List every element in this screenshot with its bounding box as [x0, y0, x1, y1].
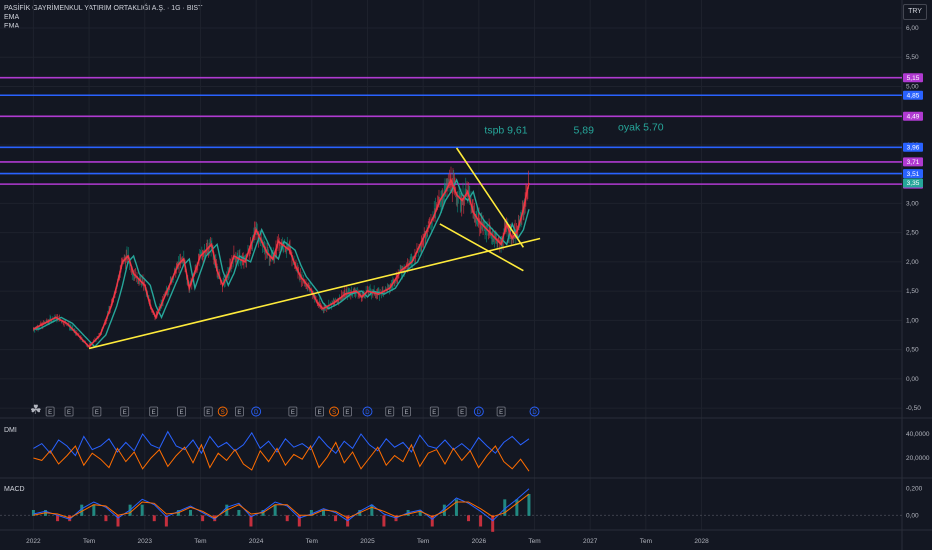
macd-histogram-bar [189, 510, 193, 516]
time-tick-label: 2026 [472, 538, 487, 545]
macd-tick-label: 0,00 [906, 512, 919, 519]
price-annotation: 5,89 [573, 124, 594, 136]
time-tick-label: 2025 [360, 538, 375, 545]
event-label: E [152, 410, 156, 416]
event-label: E [48, 410, 52, 416]
event-label: D [365, 410, 370, 416]
trendline [88, 237, 541, 350]
time-tick-label: Tem [417, 538, 429, 545]
price-tick-label: 0,50 [906, 347, 919, 354]
macd-tick-label: 0,200 [906, 486, 923, 493]
level-label: 3,51 [907, 171, 920, 178]
dmi-series-line [33, 441, 530, 472]
dino-icon: ☘ [30, 402, 42, 417]
level-label: 4,49 [907, 113, 920, 120]
dmi-series-line [33, 430, 530, 457]
macd-histogram-bar [479, 515, 483, 527]
macd-histogram-bar [467, 515, 471, 522]
event-label: E [95, 410, 99, 416]
time-tick-label: Tem [528, 538, 540, 545]
event-label: E [206, 410, 210, 416]
macd-histogram-bar [334, 515, 338, 522]
price-tick-label: 1,50 [906, 288, 919, 295]
macd-histogram-bar [527, 494, 531, 516]
price-tick-label: 3,00 [906, 200, 919, 207]
event-label: S [221, 410, 225, 416]
event-label: E [67, 410, 71, 416]
time-tick-label: 2022 [26, 538, 41, 545]
time-tick-label: Tem [83, 538, 95, 545]
event-label: E [499, 410, 503, 416]
macd-histogram-bar [104, 515, 108, 522]
event-label: E [123, 410, 127, 416]
event-label: E [237, 410, 241, 416]
price-tick-label: 6,00 [906, 25, 919, 32]
time-tick-label: 2028 [694, 538, 709, 545]
macd-histogram-bar [237, 510, 241, 516]
time-tick-label: Tem [306, 538, 318, 545]
macd-histogram-bar [92, 504, 96, 516]
price-annotation: tspb 9,61 [484, 124, 527, 136]
event-label: D [254, 410, 259, 416]
macd-histogram-bar [201, 515, 205, 522]
level-label: 5,15 [907, 75, 920, 82]
macd-series-line [33, 493, 530, 519]
event-label: E [318, 410, 322, 416]
time-tick-label: 2023 [138, 538, 153, 545]
macd-histogram-bar [273, 504, 277, 516]
price-tick-label: -0,50 [906, 405, 921, 412]
event-label: S [332, 410, 336, 416]
event-label: E [404, 410, 408, 416]
event-label: E [180, 410, 184, 416]
macd-histogram-bar [370, 504, 374, 516]
event-label: D [532, 410, 537, 416]
macd-histogram-bar [382, 515, 386, 527]
event-label: E [388, 410, 392, 416]
level-label: 3,71 [907, 159, 920, 166]
macd-histogram-bar [515, 499, 519, 516]
event-label: E [460, 410, 464, 416]
macd-histogram-bar [285, 515, 289, 522]
macd-histogram-bar [491, 515, 495, 532]
price-tick-label: 0,00 [906, 376, 919, 383]
event-label: E [345, 410, 349, 416]
price-tick-label: 5,00 [906, 83, 919, 90]
price-tick-label: 2,00 [906, 259, 919, 266]
time-tick-label: 2027 [583, 538, 598, 545]
level-label: 3,96 [907, 144, 920, 151]
dmi-tick-label: 40,0000 [906, 431, 930, 438]
price-tick-label: 1,00 [906, 317, 919, 324]
event-label: E [291, 410, 295, 416]
ema-fast-line [33, 177, 530, 348]
price-tick-label: 5,50 [906, 54, 919, 61]
chart-canvas[interactable]: 6,005,505,004,504,003,503,002,502,001,50… [0, 0, 932, 550]
time-tick-label: Tem [640, 538, 652, 545]
dmi-tick-label: 20,0000 [906, 455, 930, 462]
macd-histogram-bar [56, 515, 60, 522]
price-tick-label: 2,50 [906, 230, 919, 237]
level-label: 4,85 [907, 92, 920, 99]
time-tick-label: Tem [194, 538, 206, 545]
event-label: D [477, 410, 482, 416]
macd-histogram-bar [140, 504, 144, 516]
ema-slow-line [33, 178, 530, 348]
macd-histogram-bar [152, 515, 156, 522]
price-annotation: oyak 5.70 [618, 121, 664, 133]
time-tick-label: 2024 [249, 538, 264, 545]
last-price-label: 3,35 [907, 180, 920, 187]
event-label: E [432, 410, 436, 416]
